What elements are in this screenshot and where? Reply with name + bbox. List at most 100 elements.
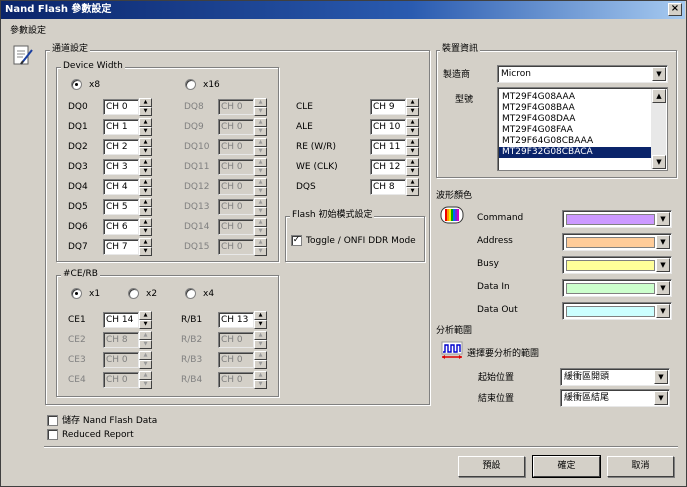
channel-spinner[interactable]: ▲ ▼ [254, 118, 267, 136]
spin-down-icon[interactable]: ▼ [139, 247, 152, 256]
spin-up-icon[interactable]: ▲ [139, 118, 152, 127]
model-list[interactable]: MT29F4G08AAA MT29F4G08BAA MT29F4G08DAA MT29… [497, 87, 668, 171]
channel-spinner[interactable]: ▲ ▼ [254, 238, 267, 256]
spin-up-icon[interactable]: ▲ [254, 138, 267, 147]
spin-up-icon[interactable]: ▲ [406, 138, 419, 147]
channel-spinner[interactable]: ▲ ▼ [406, 118, 419, 136]
spin-down-icon[interactable]: ▼ [139, 320, 152, 329]
maker-select[interactable]: Micron ▼ [497, 65, 668, 83]
x16-radio[interactable] [185, 79, 196, 90]
channel-field[interactable]: CH 0 [218, 179, 254, 195]
spin-down-icon[interactable]: ▼ [139, 107, 152, 116]
spin-down-icon[interactable]: ▼ [139, 207, 152, 216]
model-list-item[interactable]: MT29F4G08FAA [499, 125, 651, 136]
spin-down-icon[interactable]: ▼ [139, 380, 152, 389]
chevron-down-icon[interactable]: ▼ [656, 281, 670, 295]
spin-up-icon[interactable]: ▲ [139, 238, 152, 247]
channel-field[interactable]: CH 0 [218, 352, 254, 368]
channel-field[interactable]: CH 4 [103, 179, 139, 195]
spin-up-icon[interactable]: ▲ [254, 238, 267, 247]
chevron-down-icon[interactable]: ▼ [654, 370, 668, 384]
spin-up-icon[interactable]: ▲ [254, 178, 267, 187]
spin-up-icon[interactable]: ▲ [139, 218, 152, 227]
channel-spinner[interactable]: ▲ ▼ [254, 371, 267, 389]
spin-down-icon[interactable]: ▼ [139, 167, 152, 176]
spin-down-icon[interactable]: ▼ [254, 187, 267, 196]
model-list-item[interactable]: MT29F64G08CBAAA [499, 136, 651, 147]
channel-spinner[interactable]: ▲ ▼ [406, 138, 419, 156]
spin-up-icon[interactable]: ▲ [139, 178, 152, 187]
scroll-up-icon[interactable]: ▲ [652, 89, 666, 103]
model-list-item[interactable]: MT29F4G08DAA [499, 114, 651, 125]
model-scrollbar[interactable]: ▲ ▼ [651, 89, 666, 169]
save-nand-checkbox[interactable] [47, 415, 58, 426]
channel-spinner[interactable]: ▲ ▼ [254, 311, 267, 329]
channel-field[interactable]: CH 11 [370, 139, 406, 155]
spin-down-icon[interactable]: ▼ [254, 207, 267, 216]
channel-field[interactable]: CH 0 [103, 99, 139, 115]
model-list-item[interactable]: MT29F32G08CBACA [499, 147, 651, 158]
x4-radio[interactable] [185, 288, 196, 299]
spin-down-icon[interactable]: ▼ [406, 107, 419, 116]
spin-down-icon[interactable]: ▼ [139, 147, 152, 156]
chevron-down-icon[interactable]: ▼ [656, 304, 670, 318]
spin-up-icon[interactable]: ▲ [406, 118, 419, 127]
spin-up-icon[interactable]: ▲ [139, 158, 152, 167]
spin-up-icon[interactable]: ▲ [254, 218, 267, 227]
chevron-down-icon[interactable]: ▼ [654, 391, 668, 405]
spin-up-icon[interactable]: ▲ [139, 331, 152, 340]
channel-field[interactable]: CH 6 [103, 219, 139, 235]
channel-spinner[interactable]: ▲ ▼ [254, 351, 267, 369]
default-button[interactable]: 預設 [458, 456, 525, 477]
spin-up-icon[interactable]: ▲ [139, 351, 152, 360]
cancel-button[interactable]: 取消 [607, 456, 674, 477]
spin-up-icon[interactable]: ▲ [254, 351, 267, 360]
spin-up-icon[interactable]: ▲ [139, 371, 152, 380]
close-button[interactable]: × [668, 3, 682, 16]
spin-down-icon[interactable]: ▼ [254, 360, 267, 369]
channel-field[interactable]: CH 14 [103, 312, 139, 328]
channel-spinner[interactable]: ▲ ▼ [254, 98, 267, 116]
wave-color-select[interactable]: ▼ [562, 279, 672, 297]
channel-field[interactable]: CH 10 [370, 119, 406, 135]
channel-spinner[interactable]: ▲ ▼ [139, 178, 152, 196]
channel-field[interactable]: CH 9 [370, 99, 406, 115]
reduced-report-checkbox[interactable] [47, 429, 58, 440]
channel-spinner[interactable]: ▲ ▼ [406, 98, 419, 116]
channel-field[interactable]: CH 5 [103, 199, 139, 215]
spin-down-icon[interactable]: ▼ [254, 147, 267, 156]
channel-spinner[interactable]: ▲ ▼ [254, 178, 267, 196]
spin-down-icon[interactable]: ▼ [254, 127, 267, 136]
channel-spinner[interactable]: ▲ ▼ [254, 158, 267, 176]
channel-field[interactable]: CH 0 [218, 99, 254, 115]
channel-spinner[interactable]: ▲ ▼ [139, 238, 152, 256]
ok-button[interactable]: 確定 [532, 455, 601, 478]
channel-field[interactable]: CH 0 [218, 239, 254, 255]
model-list-item[interactable]: MT29F4G08BAA [499, 103, 651, 114]
channel-spinner[interactable]: ▲ ▼ [139, 198, 152, 216]
channel-field[interactable]: CH 3 [103, 159, 139, 175]
scroll-down-icon[interactable]: ▼ [652, 155, 666, 169]
spin-down-icon[interactable]: ▼ [139, 340, 152, 349]
toggle-ddr-checkbox[interactable]: ✓ [291, 235, 302, 246]
channel-spinner[interactable]: ▲ ▼ [254, 331, 267, 349]
spin-up-icon[interactable]: ▲ [254, 331, 267, 340]
channel-spinner[interactable]: ▲ ▼ [139, 311, 152, 329]
chevron-down-icon[interactable]: ▼ [656, 258, 670, 272]
spin-down-icon[interactable]: ▼ [254, 167, 267, 176]
channel-field[interactable]: CH 12 [370, 159, 406, 175]
spin-down-icon[interactable]: ▼ [406, 127, 419, 136]
channel-field[interactable]: CH 0 [218, 332, 254, 348]
wave-color-select[interactable]: ▼ [562, 210, 672, 228]
channel-field[interactable]: CH 0 [218, 199, 254, 215]
spin-up-icon[interactable]: ▲ [139, 98, 152, 107]
spin-down-icon[interactable]: ▼ [254, 320, 267, 329]
spin-down-icon[interactable]: ▼ [139, 187, 152, 196]
channel-field[interactable]: CH 0 [218, 119, 254, 135]
x2-radio[interactable] [128, 288, 139, 299]
spin-up-icon[interactable]: ▲ [406, 98, 419, 107]
spin-down-icon[interactable]: ▼ [254, 227, 267, 236]
model-list-item[interactable]: MT29F4G08AAA [499, 92, 651, 103]
spin-down-icon[interactable]: ▼ [254, 247, 267, 256]
spin-up-icon[interactable]: ▲ [139, 198, 152, 207]
